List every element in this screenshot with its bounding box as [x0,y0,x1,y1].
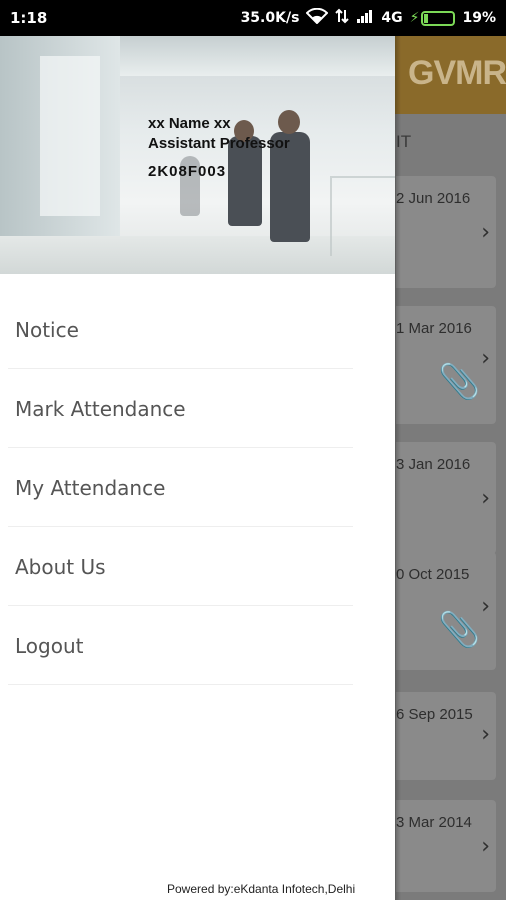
battery-indicator: ⚡ [410,10,456,26]
notice-card[interactable]: 3 Mar 2014 › [396,800,496,892]
notice-card[interactable]: 0 Oct 2015 📎 › [396,552,496,670]
notice-date: 1 Mar 2016 [396,320,472,337]
drawer-header: xx Name xx Assistant Professor 2K08F003 [0,36,395,274]
wifi-icon [305,7,329,28]
menu-item-mark-attendance[interactable]: Mark Attendance [0,369,395,448]
chevron-right-icon: › [481,722,490,747]
drawer-shadow [395,36,401,900]
user-name: xx Name xx [148,115,231,132]
network-speed: 35.0K/s [240,10,300,26]
navigation-drawer: xx Name xx Assistant Professor 2K08F003 … [0,36,395,900]
notice-date: 6 Sep 2015 [396,706,473,723]
network-type: 4G [381,10,403,26]
header-image-rail [330,176,395,256]
chevron-right-icon: › [481,486,490,511]
user-info: xx Name xx Assistant Professor 2K08F003 [148,114,290,182]
chevron-right-icon: › [481,834,490,859]
notice-date: 0 Oct 2015 [396,566,470,583]
battery-percent: 19% [462,10,496,26]
signal-icon [356,8,374,28]
user-id: 2K08F003 [148,163,227,180]
battery-icon [421,10,456,26]
status-bar: 1:18 35.0K/s 4G ⚡ 19% [0,0,506,36]
user-role: Assistant Professor [148,135,290,152]
notice-card[interactable]: 3 Jan 2016 › [396,442,496,554]
menu-item-logout[interactable]: Logout [0,606,395,685]
status-time: 1:18 [10,9,48,27]
menu-item-about-us[interactable]: About Us [0,527,395,606]
notice-card[interactable]: 1 Mar 2016 📎 › [396,306,496,424]
powered-by-footer: Powered by:eKdanta Infotech,Delhi [167,882,356,896]
notice-date: 3 Jan 2016 [396,456,471,473]
notice-date: 3 Mar 2014 [396,814,472,831]
chevron-right-icon: › [481,346,490,371]
attachment-icon: 📎 [438,610,481,650]
chevron-right-icon: › [481,594,490,619]
notice-date: 2 Jun 2016 [396,190,471,207]
attachment-icon: 📎 [438,362,481,402]
charging-bolt-icon: ⚡ [409,10,420,26]
menu-item-my-attendance[interactable]: My Attendance [0,448,395,527]
notice-card[interactable]: 6 Sep 2015 › [396,692,496,780]
chevron-right-icon: › [481,220,490,245]
data-arrows-icon [335,8,350,28]
drawer-menu: Notice Mark Attendance My Attendance Abo… [0,290,395,685]
header-image-window [40,56,100,216]
app-logo: GVMR [408,54,506,92]
notice-card[interactable]: 2 Jun 2016 › [396,176,496,288]
menu-item-notice[interactable]: Notice [0,290,395,369]
